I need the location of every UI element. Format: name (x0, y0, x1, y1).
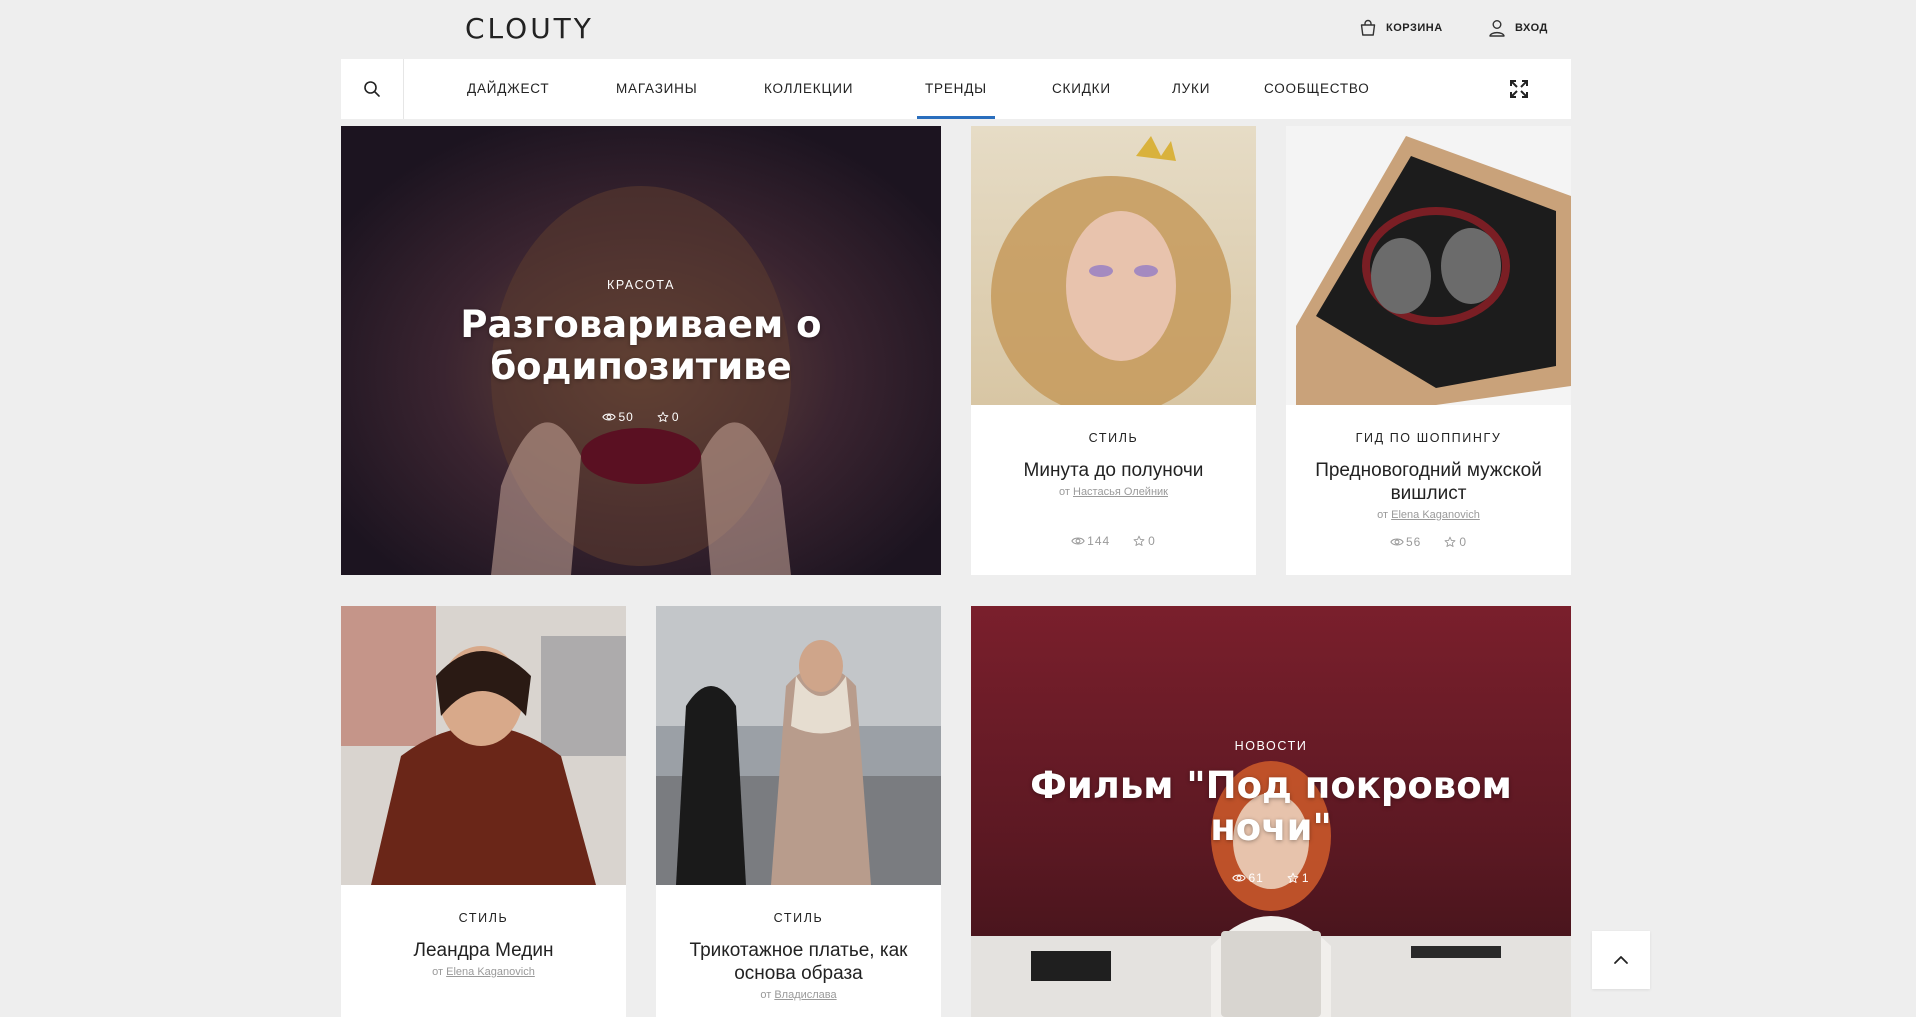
article-title[interactable]: Предновогодний мужской вишлист (1306, 459, 1551, 505)
favorites-count[interactable]: 0 (656, 410, 680, 424)
author-link[interactable]: Elena Kaganovich (446, 966, 535, 978)
author-prefix: от (760, 989, 772, 1001)
star-icon (1286, 872, 1300, 884)
article-category[interactable]: КРАСОТА (607, 278, 675, 292)
article-title[interactable]: Разговариваем о бодипозитиве (421, 303, 861, 388)
views-value: 61 (1248, 870, 1264, 885)
article-title[interactable]: Минута до полуночи (991, 459, 1236, 482)
article-card-bodypositive[interactable]: КРАСОТА Разговариваем о бодипозитиве 50 … (341, 126, 941, 575)
favorites-value: 0 (671, 409, 680, 424)
article-stats: 144 0 (991, 534, 1236, 548)
views-value: 144 (1087, 534, 1111, 548)
favorites-value: 1 (1301, 870, 1310, 885)
nav-item-digest[interactable]: ДАЙДЖЕСТ (467, 59, 549, 119)
article-author: от Elena Kaganovich (1306, 509, 1551, 521)
favorites-value: 0 (1459, 535, 1468, 549)
author-prefix: от (432, 966, 444, 978)
scroll-top-button[interactable] (1592, 931, 1650, 989)
author-link[interactable]: Elena Kaganovich (1391, 509, 1480, 521)
views-value: 56 (1405, 535, 1422, 549)
author-link[interactable]: Владислава (774, 989, 836, 1001)
top-bar: CLOUTY КОРЗИНА ВХОД (0, 0, 1916, 58)
eye-icon (1390, 536, 1404, 548)
favorites-count[interactable]: 0 (1132, 534, 1156, 548)
article-author: от Настасья Олейник (991, 486, 1236, 498)
main-navigation: ДАЙДЖЕСТ МАГАЗИНЫ КОЛЛЕКЦИИ ТРЕНДЫ СКИДК… (341, 59, 1571, 119)
author-prefix: от (1059, 486, 1070, 498)
article-stats: 61 1 (1232, 871, 1309, 885)
article-title[interactable]: Трикотажное платье, как основа образа (676, 939, 921, 985)
article-title[interactable]: Фильм "Под покровом ночи" (1011, 764, 1531, 849)
favorites-value: 0 (1148, 534, 1156, 548)
nav-item-shops[interactable]: МАГАЗИНЫ (616, 59, 697, 119)
star-icon (656, 411, 670, 423)
star-icon (1132, 535, 1146, 547)
site-logo[interactable]: CLOUTY (465, 12, 594, 45)
article-stats: 56 0 (1306, 535, 1551, 549)
views-count: 144 (1071, 534, 1110, 548)
author-link[interactable]: Настасья Олейник (1073, 486, 1168, 498)
search-button[interactable] (341, 59, 404, 119)
article-image (971, 126, 1256, 405)
favorites-count[interactable]: 1 (1286, 871, 1310, 885)
article-overlay: НОВОСТИ Фильм "Под покровом ночи" 61 1 (971, 606, 1571, 1017)
article-title[interactable]: Леандра Медин (361, 939, 606, 962)
user-icon (1489, 20, 1505, 37)
article-body: СТИЛЬ Трикотажное платье, как основа обр… (656, 911, 941, 1001)
star-icon (1443, 536, 1457, 548)
article-image (656, 606, 941, 885)
article-body: СТИЛЬ Минута до полуночи от Настасья Оле… (971, 431, 1256, 548)
article-category[interactable]: СТИЛЬ (361, 911, 606, 925)
article-category[interactable]: НОВОСТИ (1235, 739, 1308, 753)
views-count: 56 (1390, 535, 1421, 549)
article-overlay: КРАСОТА Разговариваем о бодипозитиве 50 … (341, 126, 941, 575)
views-count: 50 (602, 410, 633, 424)
login-label: ВХОД (1515, 22, 1548, 34)
nav-item-community[interactable]: СООБЩЕСТВО (1264, 59, 1370, 119)
article-card-midnight[interactable]: СТИЛЬ Минута до полуночи от Настасья Оле… (971, 126, 1256, 575)
eye-icon (1232, 872, 1246, 884)
eye-icon (602, 411, 616, 423)
article-card-knit-dress[interactable]: СТИЛЬ Трикотажное платье, как основа обр… (656, 606, 941, 1017)
cart-link[interactable]: КОРЗИНА (1358, 18, 1443, 38)
favorites-count[interactable]: 0 (1443, 535, 1467, 549)
chevron-up-icon (1614, 956, 1628, 964)
search-icon (364, 81, 380, 97)
nav-items: ДАЙДЖЕСТ МАГАЗИНЫ КОЛЛЕКЦИИ ТРЕНДЫ СКИДК… (404, 59, 1571, 119)
article-image (1286, 126, 1571, 405)
nav-item-collections[interactable]: КОЛЛЕКЦИИ (764, 59, 853, 119)
article-body: СТИЛЬ Леандра Медин от Elena Kaganovich (341, 911, 626, 978)
eye-icon (1071, 535, 1085, 547)
article-author: от Elena Kaganovich (361, 966, 606, 978)
article-image (341, 606, 626, 885)
article-stats: 50 0 (602, 410, 679, 424)
nav-item-trends[interactable]: ТРЕНДЫ (917, 59, 995, 119)
nav-item-discounts[interactable]: СКИДКИ (1052, 59, 1111, 119)
article-card-nocturnal[interactable]: НОВОСТИ Фильм "Под покровом ночи" 61 1 (971, 606, 1571, 1017)
article-category[interactable]: ГИД ПО ШОППИНГУ (1306, 431, 1551, 445)
author-prefix: от (1377, 509, 1389, 521)
views-value: 50 (618, 409, 634, 424)
article-card-wishlist[interactable]: ГИД ПО ШОППИНГУ Предновогодний мужской в… (1286, 126, 1571, 575)
article-category[interactable]: СТИЛЬ (991, 431, 1236, 445)
fullscreen-icon[interactable] (1509, 79, 1529, 99)
article-author: от Владислава (676, 989, 921, 1001)
article-body: ГИД ПО ШОППИНГУ Предновогодний мужской в… (1286, 431, 1571, 549)
views-count: 61 (1232, 871, 1263, 885)
cart-label: КОРЗИНА (1386, 22, 1443, 34)
login-link[interactable]: ВХОД (1487, 18, 1548, 38)
nav-item-looks[interactable]: ЛУКИ (1172, 59, 1210, 119)
article-card-leandra[interactable]: СТИЛЬ Леандра Медин от Elena Kaganovich (341, 606, 626, 1017)
shopping-bag-icon (1360, 19, 1376, 36)
article-category[interactable]: СТИЛЬ (676, 911, 921, 925)
